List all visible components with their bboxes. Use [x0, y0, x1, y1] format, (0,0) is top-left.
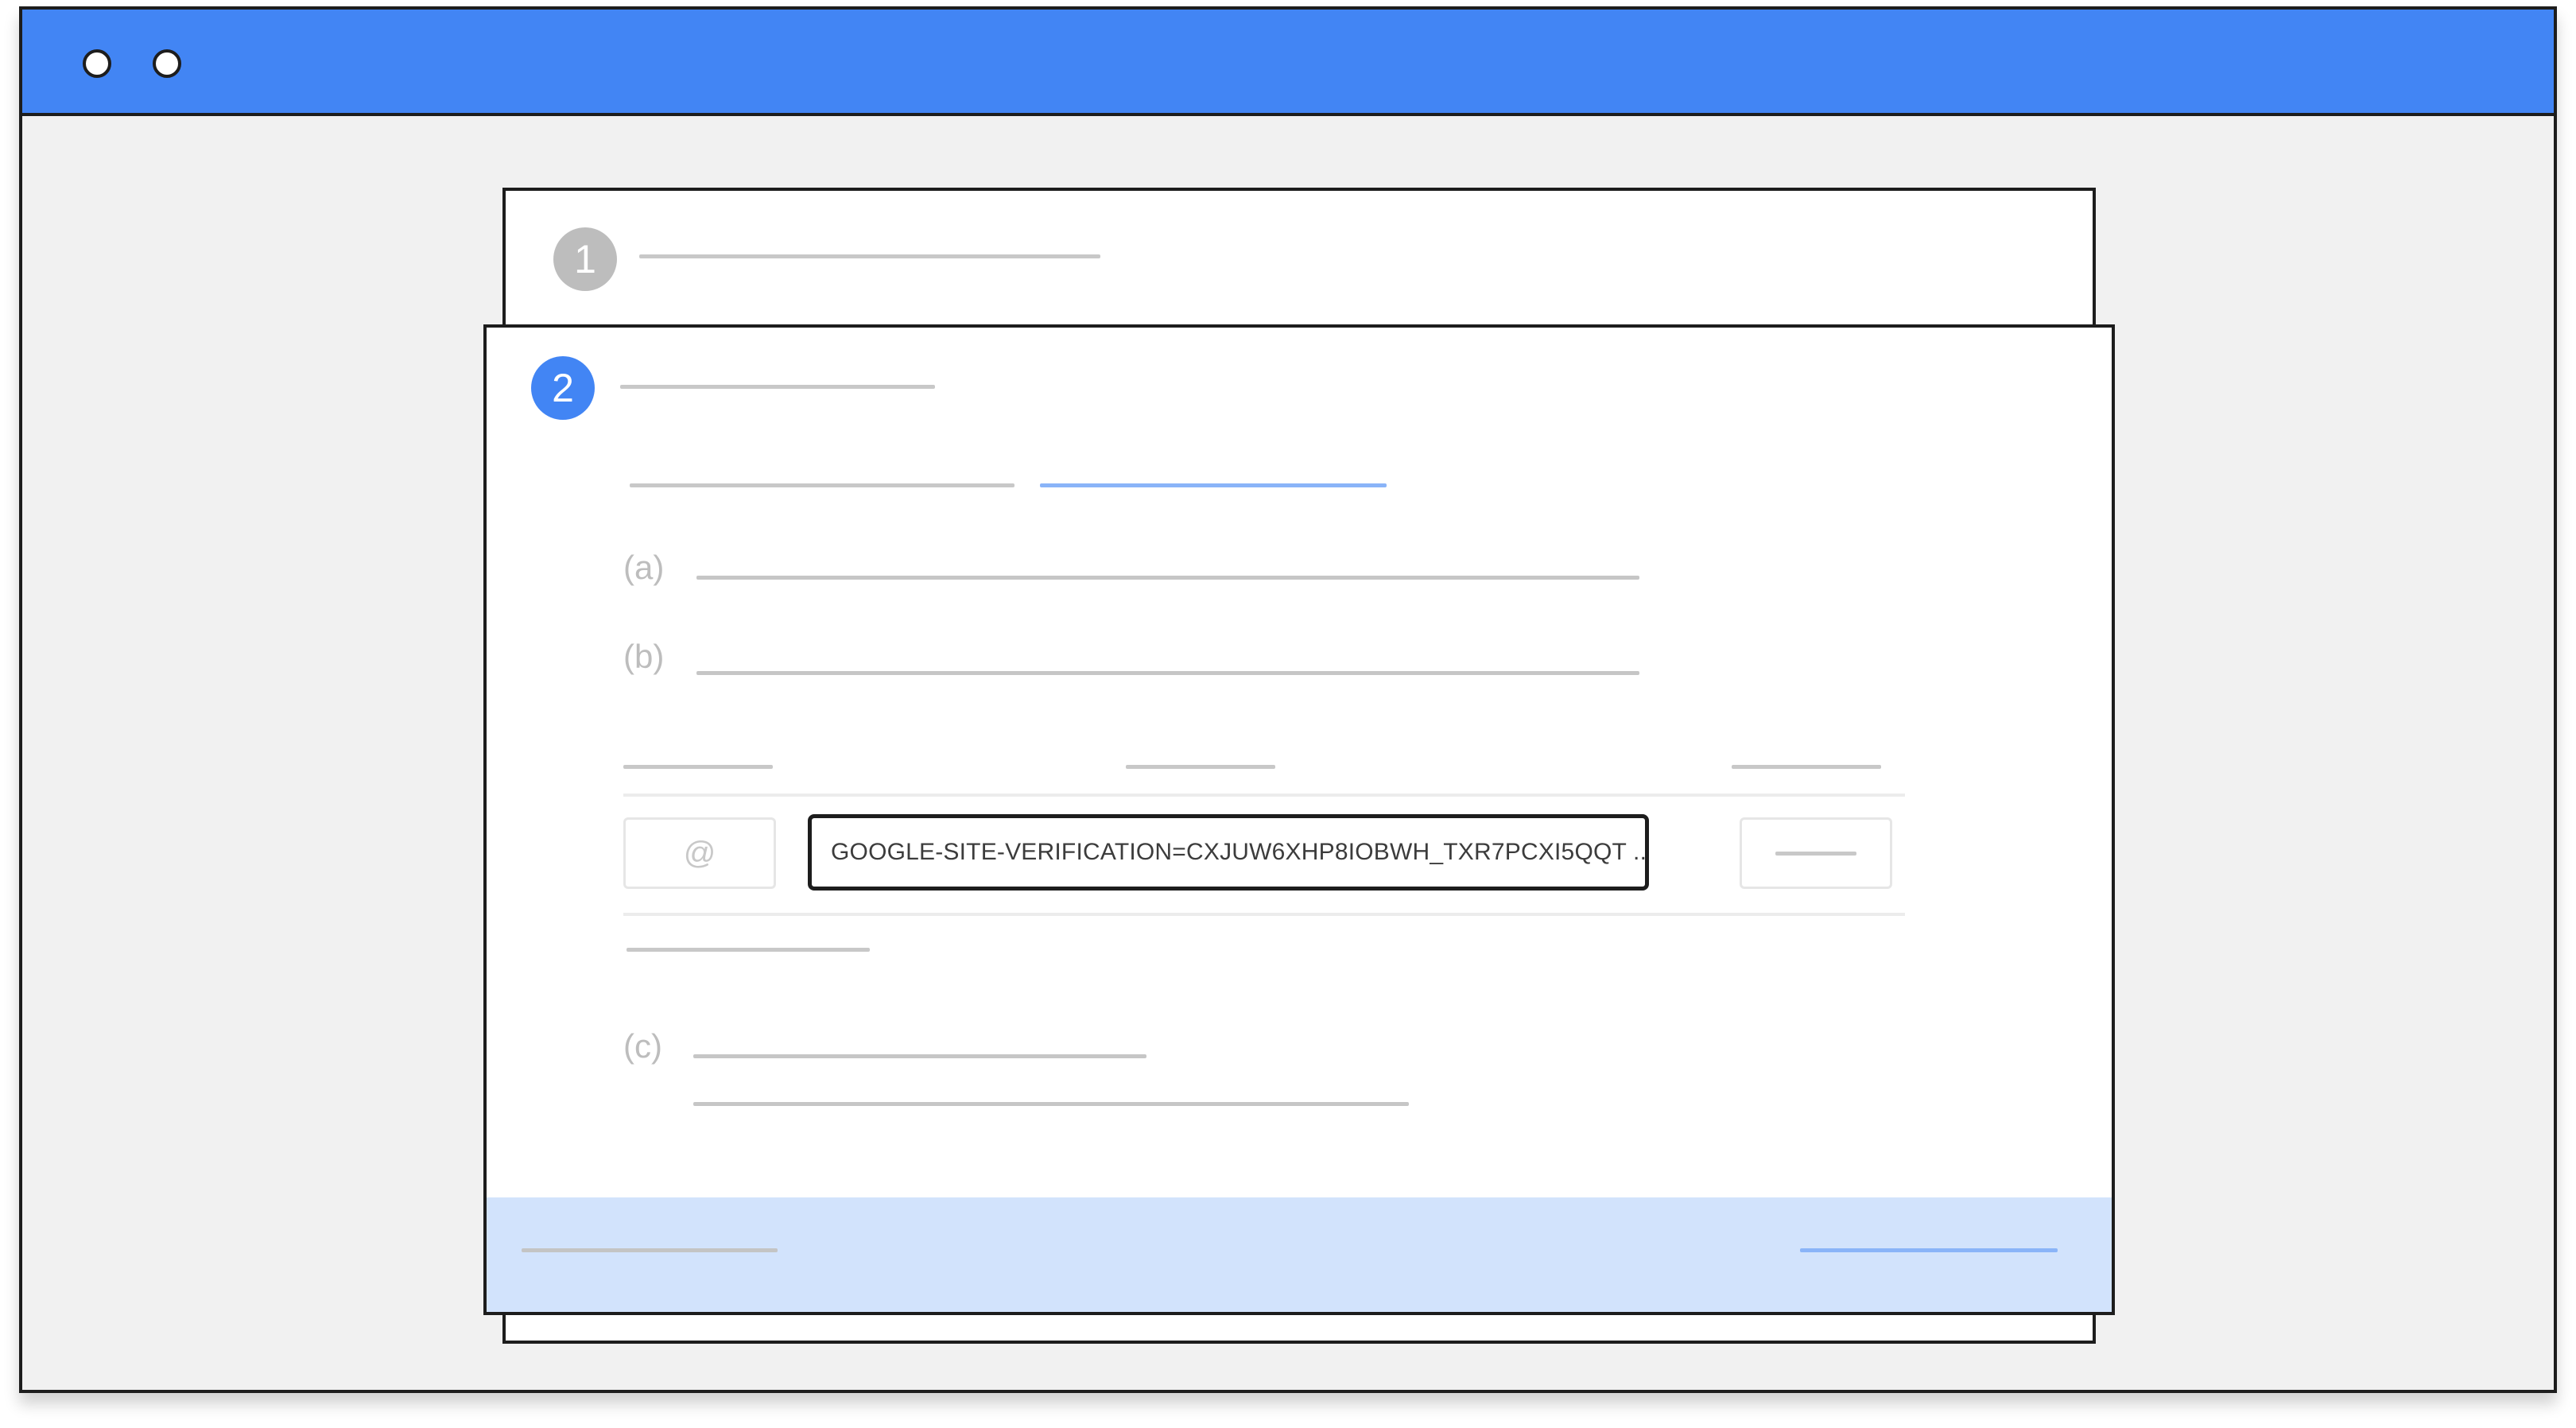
browser-window: 1 2 (a) (b) @ GOOGLE-SITE-VERIFICATION=C…: [19, 6, 2557, 1393]
list-marker-a: (a): [623, 549, 665, 586]
column-header-type: [623, 765, 773, 769]
table-bottom-rule: [623, 913, 1905, 916]
card-footer: [487, 1197, 2112, 1312]
step-2-badge: 2: [531, 356, 595, 420]
table-top-rule: [623, 794, 1905, 797]
step-2-title-placeholder: [620, 385, 935, 389]
copy-button[interactable]: [1740, 817, 1892, 889]
footer-back-button[interactable]: [522, 1248, 778, 1252]
help-link[interactable]: [1040, 483, 1387, 487]
step-1-title-placeholder: [639, 254, 1100, 258]
item-c-text-line-1: [693, 1054, 1146, 1058]
instruction-text-placeholder: [630, 483, 1014, 487]
step-1-badge: 1: [553, 227, 617, 291]
column-header-action: [1732, 765, 1881, 769]
window-control-dot[interactable]: [153, 49, 181, 78]
item-c-text-line-2: [693, 1102, 1409, 1106]
list-marker-c: (c): [623, 1027, 662, 1065]
footer-verify-button[interactable]: [1800, 1248, 2058, 1252]
item-a-text-placeholder: [696, 576, 1639, 580]
column-header-value: [1126, 765, 1275, 769]
item-b-text-placeholder: [696, 671, 1639, 675]
record-host-field: @: [623, 817, 776, 889]
title-bar: [22, 10, 2554, 116]
verification-record-value[interactable]: GOOGLE-SITE-VERIFICATION=CXJUW6XHP8IOBWH…: [808, 814, 1649, 891]
window-control-dot[interactable]: [83, 49, 111, 78]
step-1-card[interactable]: 1: [502, 188, 2096, 343]
record-note-placeholder: [627, 948, 870, 952]
list-marker-b: (b): [623, 638, 665, 675]
step-2-card: 2 (a) (b) @ GOOGLE-SITE-VERIFICATION=CXJ…: [483, 324, 2115, 1315]
copy-button-label-placeholder: [1775, 852, 1856, 856]
